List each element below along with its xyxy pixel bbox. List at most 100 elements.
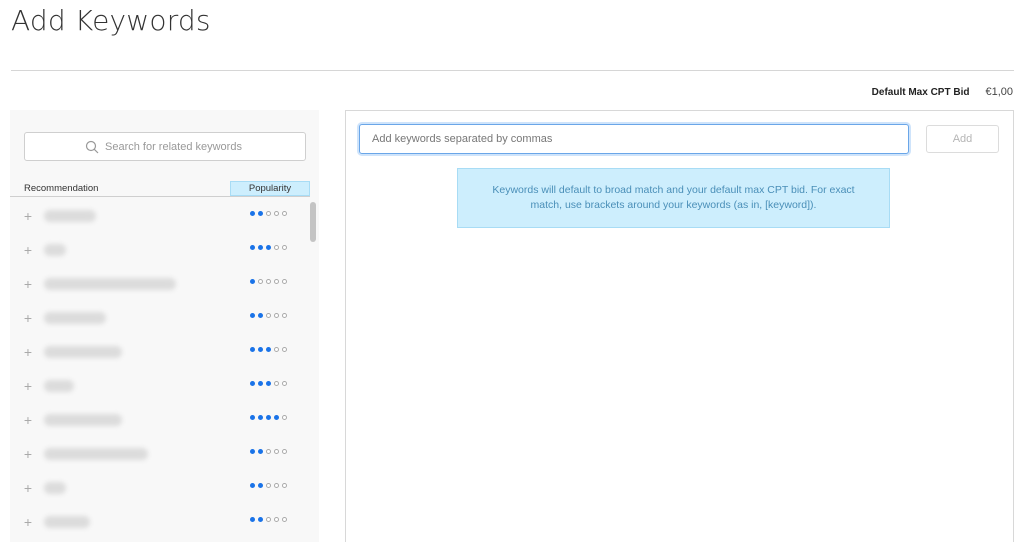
table-row: + xxxxx [10,370,310,404]
scrollbar[interactable] [310,202,316,242]
popularity-indicator [250,483,287,488]
popularity-dot [274,483,279,488]
column-headers: Recommendation Popularity [10,181,319,196]
popularity-dot [274,279,279,284]
search-input[interactable] [105,140,245,153]
keyword-text: xxxxx xxxxxx [44,312,106,324]
popularity-dot [258,415,263,420]
popularity-dot [258,313,263,318]
popularity-dot [258,381,263,386]
popularity-dot [258,517,263,522]
popularity-dot [282,415,287,420]
add-keyword-plus-icon[interactable]: + [22,446,34,462]
add-keyword-plus-icon[interactable]: + [22,276,34,292]
keyword-text: xxxxxxxx xxxxxxx xxxxxx [44,278,176,290]
add-keyword-plus-icon[interactable]: + [22,344,34,360]
popularity-dot [274,415,279,420]
keyword-text: xxxx xxxx xx xxxxxxx [44,448,148,460]
add-keyword-plus-icon[interactable]: + [22,208,34,224]
add-button[interactable]: Add [926,125,999,153]
keyword-list: + xxxxx xxxxx + xxxx + xxxxxxxx xxxxxxx xxxxx… [10,200,310,540]
keyword-text: xxxx [44,244,66,256]
add-keyword-plus-icon[interactable]: + [22,310,34,326]
popularity-dot [250,483,255,488]
popularity-indicator [250,313,287,318]
default-bid-value[interactable]: €1,00 [985,86,1013,98]
popularity-dot [266,211,271,216]
popularity-dot [250,313,255,318]
popularity-dot [274,347,279,352]
table-row: + xxxxxxxx xxxxxxx xxxxxx [10,268,310,302]
keywords-input[interactable] [359,124,909,154]
popularity-dot [282,517,287,522]
popularity-dot [250,381,255,386]
popularity-dot [266,415,271,420]
popularity-dot [274,211,279,216]
keyword-text: xx xxxx xxxxxx [44,414,122,426]
popularity-dot [250,415,255,420]
popularity-dot [266,381,271,386]
column-divider [10,196,310,197]
popularity-dot [282,279,287,284]
title-divider [11,70,1014,71]
table-row: + xxxxxx xxxxxx [10,336,310,370]
popularity-dot [266,483,271,488]
popularity-indicator [250,245,287,250]
popularity-dot [282,245,287,250]
popularity-indicator [250,415,287,420]
popularity-dot [274,245,279,250]
popularity-dot [282,449,287,454]
popularity-indicator [250,211,287,216]
keyword-text: xxxxx xxxxx [44,210,96,222]
table-row: + xxxxx xxxxx [10,200,310,234]
popularity-dot [258,449,263,454]
popularity-dot [258,245,263,250]
table-row: + xxxx xxxx [10,506,310,540]
info-message: Keywords will default to broad match and… [457,168,890,228]
column-recommendation[interactable]: Recommendation [24,183,98,194]
column-popularity[interactable]: Popularity [230,181,310,196]
add-keyword-plus-icon[interactable]: + [22,480,34,496]
add-keyword-plus-icon[interactable]: + [22,412,34,428]
table-row: + xxxxx xxxxxx [10,302,310,336]
popularity-indicator [250,381,287,386]
keywords-entry-panel: Add Keywords will default to broad match… [345,110,1014,542]
popularity-dot [282,313,287,318]
popularity-dot [266,245,271,250]
add-keyword-plus-icon[interactable]: + [22,378,34,394]
popularity-dot [282,211,287,216]
table-row: + xxxx xxxx xx xxxxxxx [10,438,310,472]
popularity-dot [266,279,271,284]
keyword-text: xxxxxx xxxxxx [44,346,122,358]
related-keywords-search[interactable] [24,132,306,161]
default-bid: Default Max CPT Bid €1,00 [872,86,1013,98]
popularity-dot [250,449,255,454]
popularity-dot [258,279,263,284]
popularity-dot [274,517,279,522]
table-row: + xxxx [10,234,310,268]
popularity-dot [274,449,279,454]
add-keyword-plus-icon[interactable]: + [22,514,34,530]
add-keyword-plus-icon[interactable]: + [22,242,34,258]
popularity-dot [282,347,287,352]
keyword-text: xxxxx [44,380,74,392]
page-title: Add Keywords [11,4,211,37]
popularity-dot [258,347,263,352]
popularity-dot [250,279,255,284]
popularity-dot [250,517,255,522]
popularity-dot [282,381,287,386]
recommendations-panel: Recommendation Popularity + xxxxx xxxxx + x… [10,110,319,542]
popularity-dot [258,211,263,216]
popularity-indicator [250,279,287,284]
popularity-dot [266,517,271,522]
table-row: + xx xxxx xxxxxx [10,404,310,438]
popularity-dot [250,245,255,250]
popularity-dot [266,347,271,352]
popularity-dot [282,483,287,488]
popularity-indicator [250,517,287,522]
default-bid-label: Default Max CPT Bid [871,86,970,98]
table-row: + xxxx [10,472,310,506]
popularity-dot [266,449,271,454]
search-icon [85,140,99,154]
keyword-text: xxxx xxxx [44,516,90,528]
